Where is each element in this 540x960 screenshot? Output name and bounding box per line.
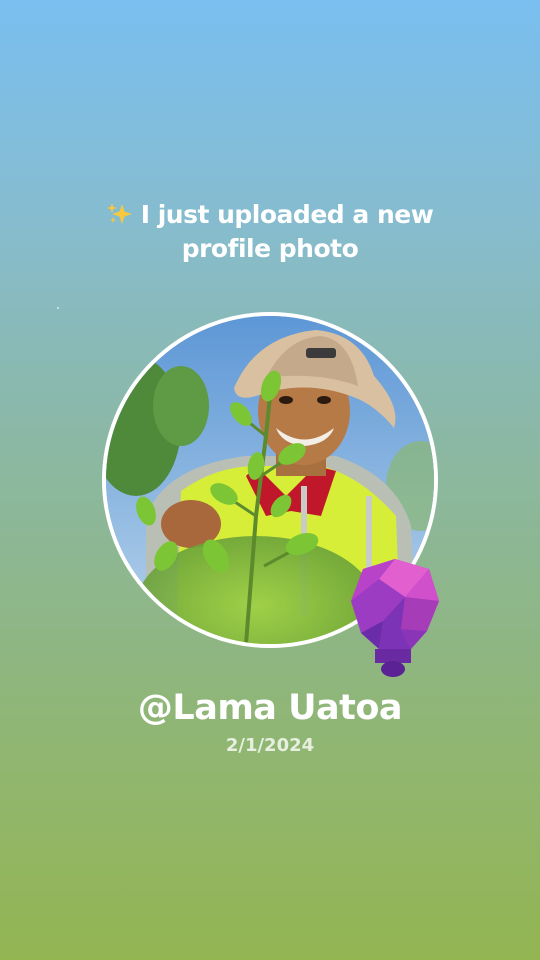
post-headline: I just uploaded a new profile photo [0, 198, 540, 266]
sparkles-icon [106, 203, 132, 224]
headline-line-2: profile photo [181, 234, 359, 263]
headline-line-1: I just uploaded a new [0, 198, 540, 232]
username[interactable]: @Lama Uatoa [0, 688, 540, 728]
lightbulb-gem-icon [351, 559, 439, 677]
post-date: 2/1/2024 [225, 735, 315, 756]
speck [57, 307, 59, 309]
headline-text-1: I just uploaded a new [140, 200, 434, 229]
